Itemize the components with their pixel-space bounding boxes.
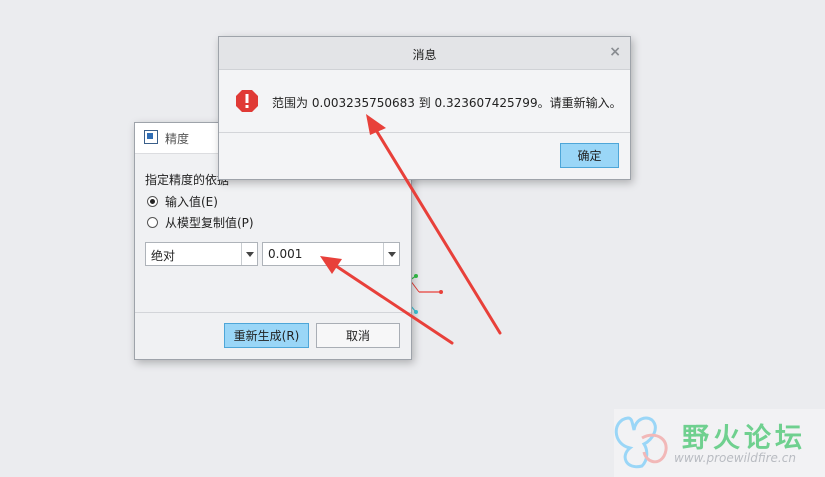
butterfly-logo-icon: [614, 416, 668, 469]
watermark-url: www.proewildfire.cn: [674, 451, 796, 465]
watermark-title: 野火论坛: [682, 423, 806, 454]
